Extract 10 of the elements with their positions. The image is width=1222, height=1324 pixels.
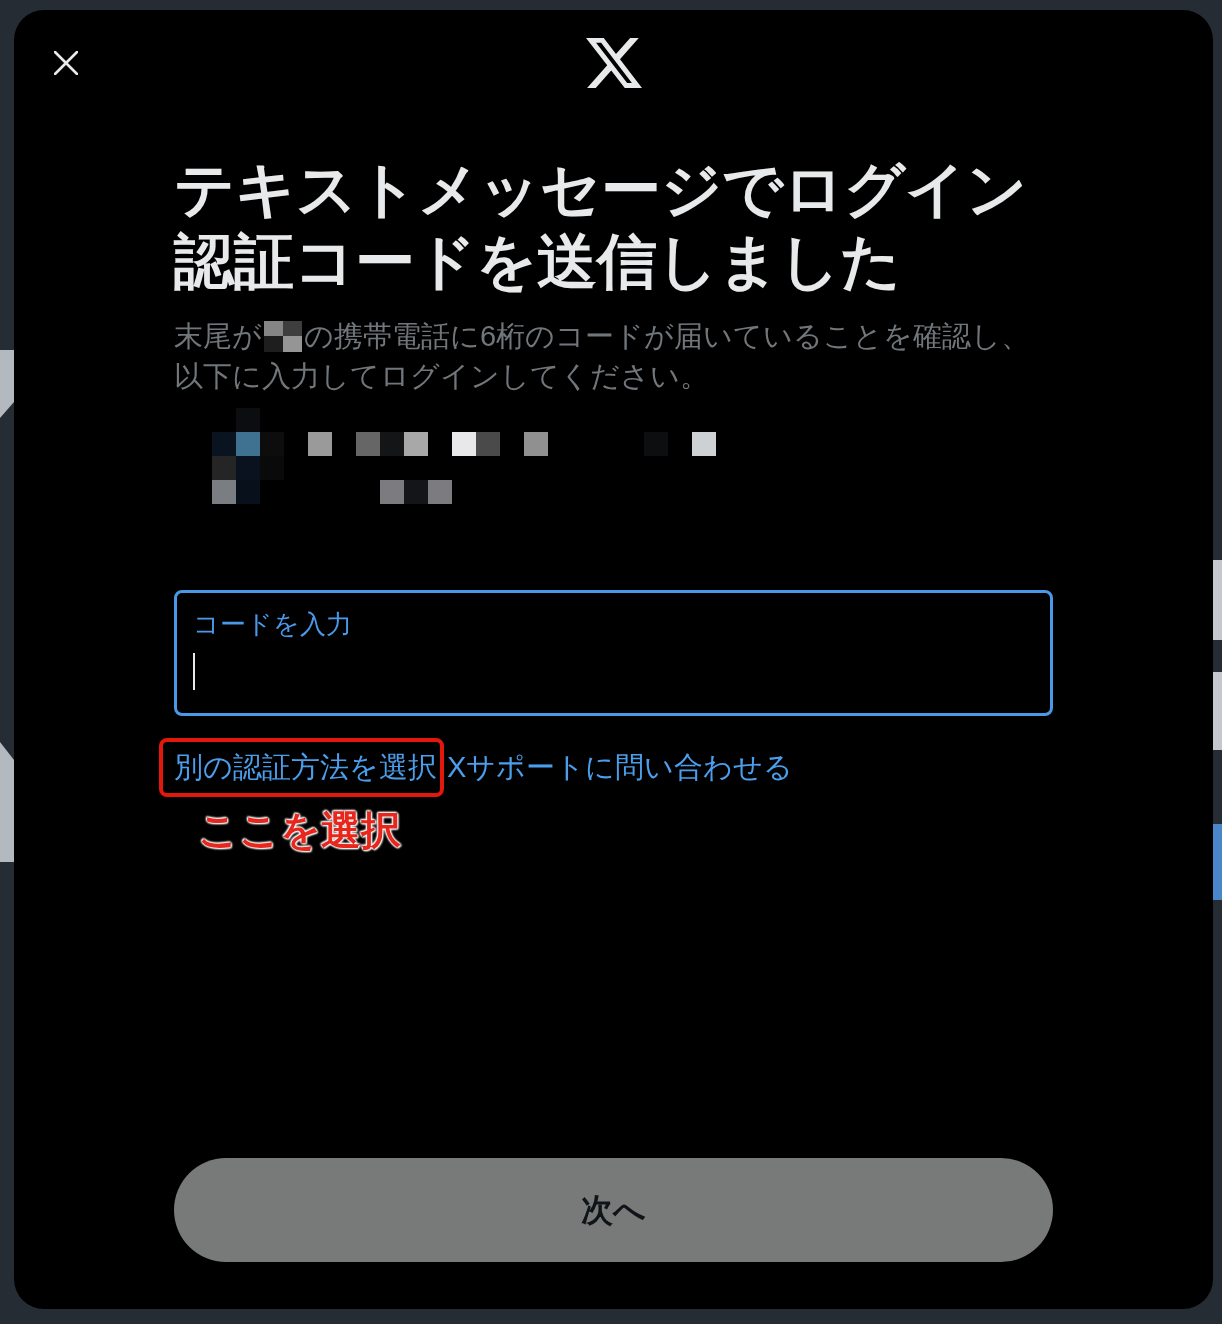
text-link[interactable]: Xサポートに問い合わせる [447,751,794,783]
logo-icon [585,38,642,88]
description-text: 末尾が の携帯電話に6桁のコードが届いていることを確認し、以下に入力してログインしてください。 [174,319,1032,394]
text-cursor-icon [193,653,195,690]
dialog-title: テキストメッセージでログイン認証コードを送信しました [174,155,1028,297]
text-link[interactable]: 別の認証方法を選択 [174,751,437,783]
close-icon [54,51,78,75]
pixelated-redaction-icon [264,321,302,352]
code-input-field[interactable]: コードを入力 [174,590,1053,716]
callout-text: ここを選択 [198,808,401,852]
